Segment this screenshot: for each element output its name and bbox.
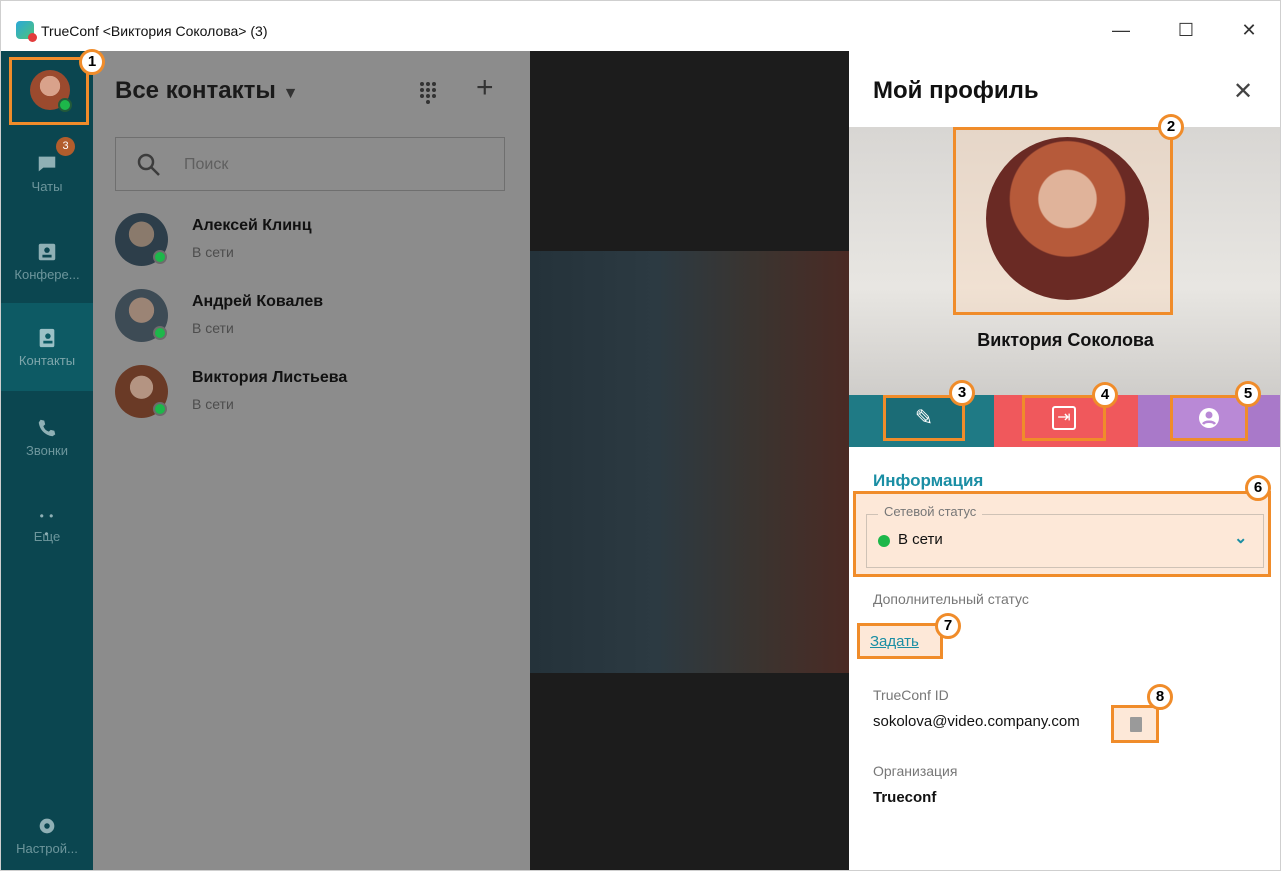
sidebar-item-label: Чаты: [31, 179, 63, 194]
sidebar-item-contacts[interactable]: Контакты: [1, 303, 93, 391]
user-icon: [1199, 408, 1219, 428]
trueconf-logo-icon: [16, 21, 37, 42]
list-item[interactable]: Андрей Ковалев В сети: [115, 289, 515, 349]
window-title: TrueConf <Виктория Соколова> (3): [41, 23, 268, 39]
sidebar-item-calls[interactable]: Звонки: [1, 411, 93, 481]
profile-panel: Мой профиль ✕ Виктория Соколова ✎ ⇥ Инфо…: [849, 51, 1280, 870]
sidebar-item-label: Звонки: [26, 443, 68, 458]
dropdown-arrow-icon: ▼: [282, 85, 299, 102]
callout-4: 4: [1092, 382, 1118, 408]
more-icon: • • •: [39, 509, 55, 541]
copy-icon: [1130, 717, 1142, 732]
callout-3: 3: [949, 380, 975, 406]
contacts-title[interactable]: Все контакты ▼: [115, 77, 298, 105]
sidebar: 3 Чаты Конфере... Контакты Звонки • • • …: [1, 51, 93, 870]
logout-icon: ⇥: [1052, 406, 1076, 430]
contact-status: В сети: [192, 320, 234, 336]
callout-8: 8: [1147, 684, 1173, 710]
online-status-dot: [153, 402, 167, 416]
contact-name: Алексей Клинц: [192, 217, 312, 234]
conference-icon: [38, 243, 56, 261]
action-bar: ✎ ⇥: [849, 395, 1280, 447]
my-avatar-button[interactable]: [9, 57, 89, 125]
set-status-link-label: Задать: [870, 633, 919, 650]
unread-badge: 3: [56, 137, 75, 156]
profile-header: Виктория Соколова: [849, 127, 1280, 395]
sidebar-item-chats[interactable]: 3 Чаты: [1, 137, 93, 217]
dialpad-icon[interactable]: [418, 81, 438, 107]
extra-status-label: Дополнительный статус: [873, 591, 1029, 607]
sidebar-item-label: Контакты: [18, 353, 76, 368]
list-item[interactable]: Виктория Листьева В сети: [115, 365, 515, 425]
sidebar-item-more[interactable]: • • • Еще: [1, 501, 93, 561]
callout-6: 6: [1245, 475, 1271, 501]
callout-2: 2: [1158, 114, 1184, 140]
online-status-dot: [153, 326, 167, 340]
avatar: [986, 137, 1149, 300]
pencil-icon: ✎: [914, 405, 934, 430]
trueconf-id-value: sokolova@video.company.com: [873, 713, 1080, 730]
callout-5: 5: [1235, 381, 1261, 407]
search-icon: [137, 153, 160, 176]
title-bar: TrueConf <Виктория Соколова> (3) — ☐ ✕: [1, 1, 1280, 51]
gear-icon: [39, 818, 55, 834]
callout-7: 7: [935, 613, 961, 639]
network-status-value: В сети: [898, 531, 943, 548]
sidebar-item-label: Еще: [33, 529, 61, 544]
search-input[interactable]: Поиск: [115, 137, 505, 191]
minimize-button[interactable]: —: [1106, 15, 1136, 45]
calls-icon: [38, 419, 56, 437]
chevron-down-icon: ⌄: [1234, 530, 1248, 547]
video-area: [530, 51, 849, 870]
copy-id-button[interactable]: [1111, 705, 1159, 743]
set-status-link[interactable]: Задать: [857, 623, 943, 659]
contact-name: Андрей Ковалев: [192, 293, 324, 310]
online-status-dot: [58, 98, 72, 112]
callout-1: 1: [79, 49, 105, 75]
organization-label: Организация: [873, 763, 958, 779]
network-status-select[interactable]: Сетевой статус В сети ⌄: [853, 491, 1271, 577]
sidebar-item-label: Настрой...: [16, 841, 78, 856]
contacts-icon: [39, 328, 55, 348]
online-status-dot: [153, 250, 167, 264]
info-header: Информация: [873, 471, 984, 490]
close-profile-button[interactable]: ✕: [1233, 77, 1253, 106]
contact-status: В сети: [192, 396, 234, 412]
network-status-label: Сетевой статус: [878, 504, 983, 519]
app-window: TrueConf <Виктория Соколова> (3) — ☐ ✕ 3…: [0, 0, 1281, 871]
video-preview: [530, 251, 849, 673]
organization-value: Trueconf: [873, 789, 937, 806]
contacts-pane: Все контакты ▼ + Поиск Алексей Клинц В с…: [93, 51, 530, 870]
contacts-title-label: Все контакты: [115, 77, 276, 104]
page-title: Мой профиль: [873, 77, 1039, 104]
maximize-button[interactable]: ☐: [1171, 15, 1201, 45]
account-button[interactable]: [1170, 395, 1248, 441]
sidebar-item-conferences[interactable]: Конфере...: [1, 235, 93, 305]
chat-icon: [38, 156, 56, 172]
profile-photo[interactable]: [953, 127, 1173, 315]
online-status-dot: [878, 535, 890, 547]
sidebar-item-label: Конфере...: [14, 267, 80, 282]
list-item[interactable]: Алексей Клинц В сети: [115, 213, 515, 273]
sidebar-item-settings[interactable]: Настрой...: [1, 811, 93, 870]
close-window-button[interactable]: ✕: [1234, 15, 1264, 45]
contact-status: В сети: [192, 244, 234, 260]
contact-name: Виктория Листьева: [192, 369, 348, 386]
trueconf-id-label: TrueConf ID: [873, 687, 949, 703]
profile-name: Виктория Соколова: [977, 330, 1154, 350]
add-contact-button[interactable]: +: [476, 71, 494, 105]
search-placeholder: Поиск: [184, 156, 229, 173]
